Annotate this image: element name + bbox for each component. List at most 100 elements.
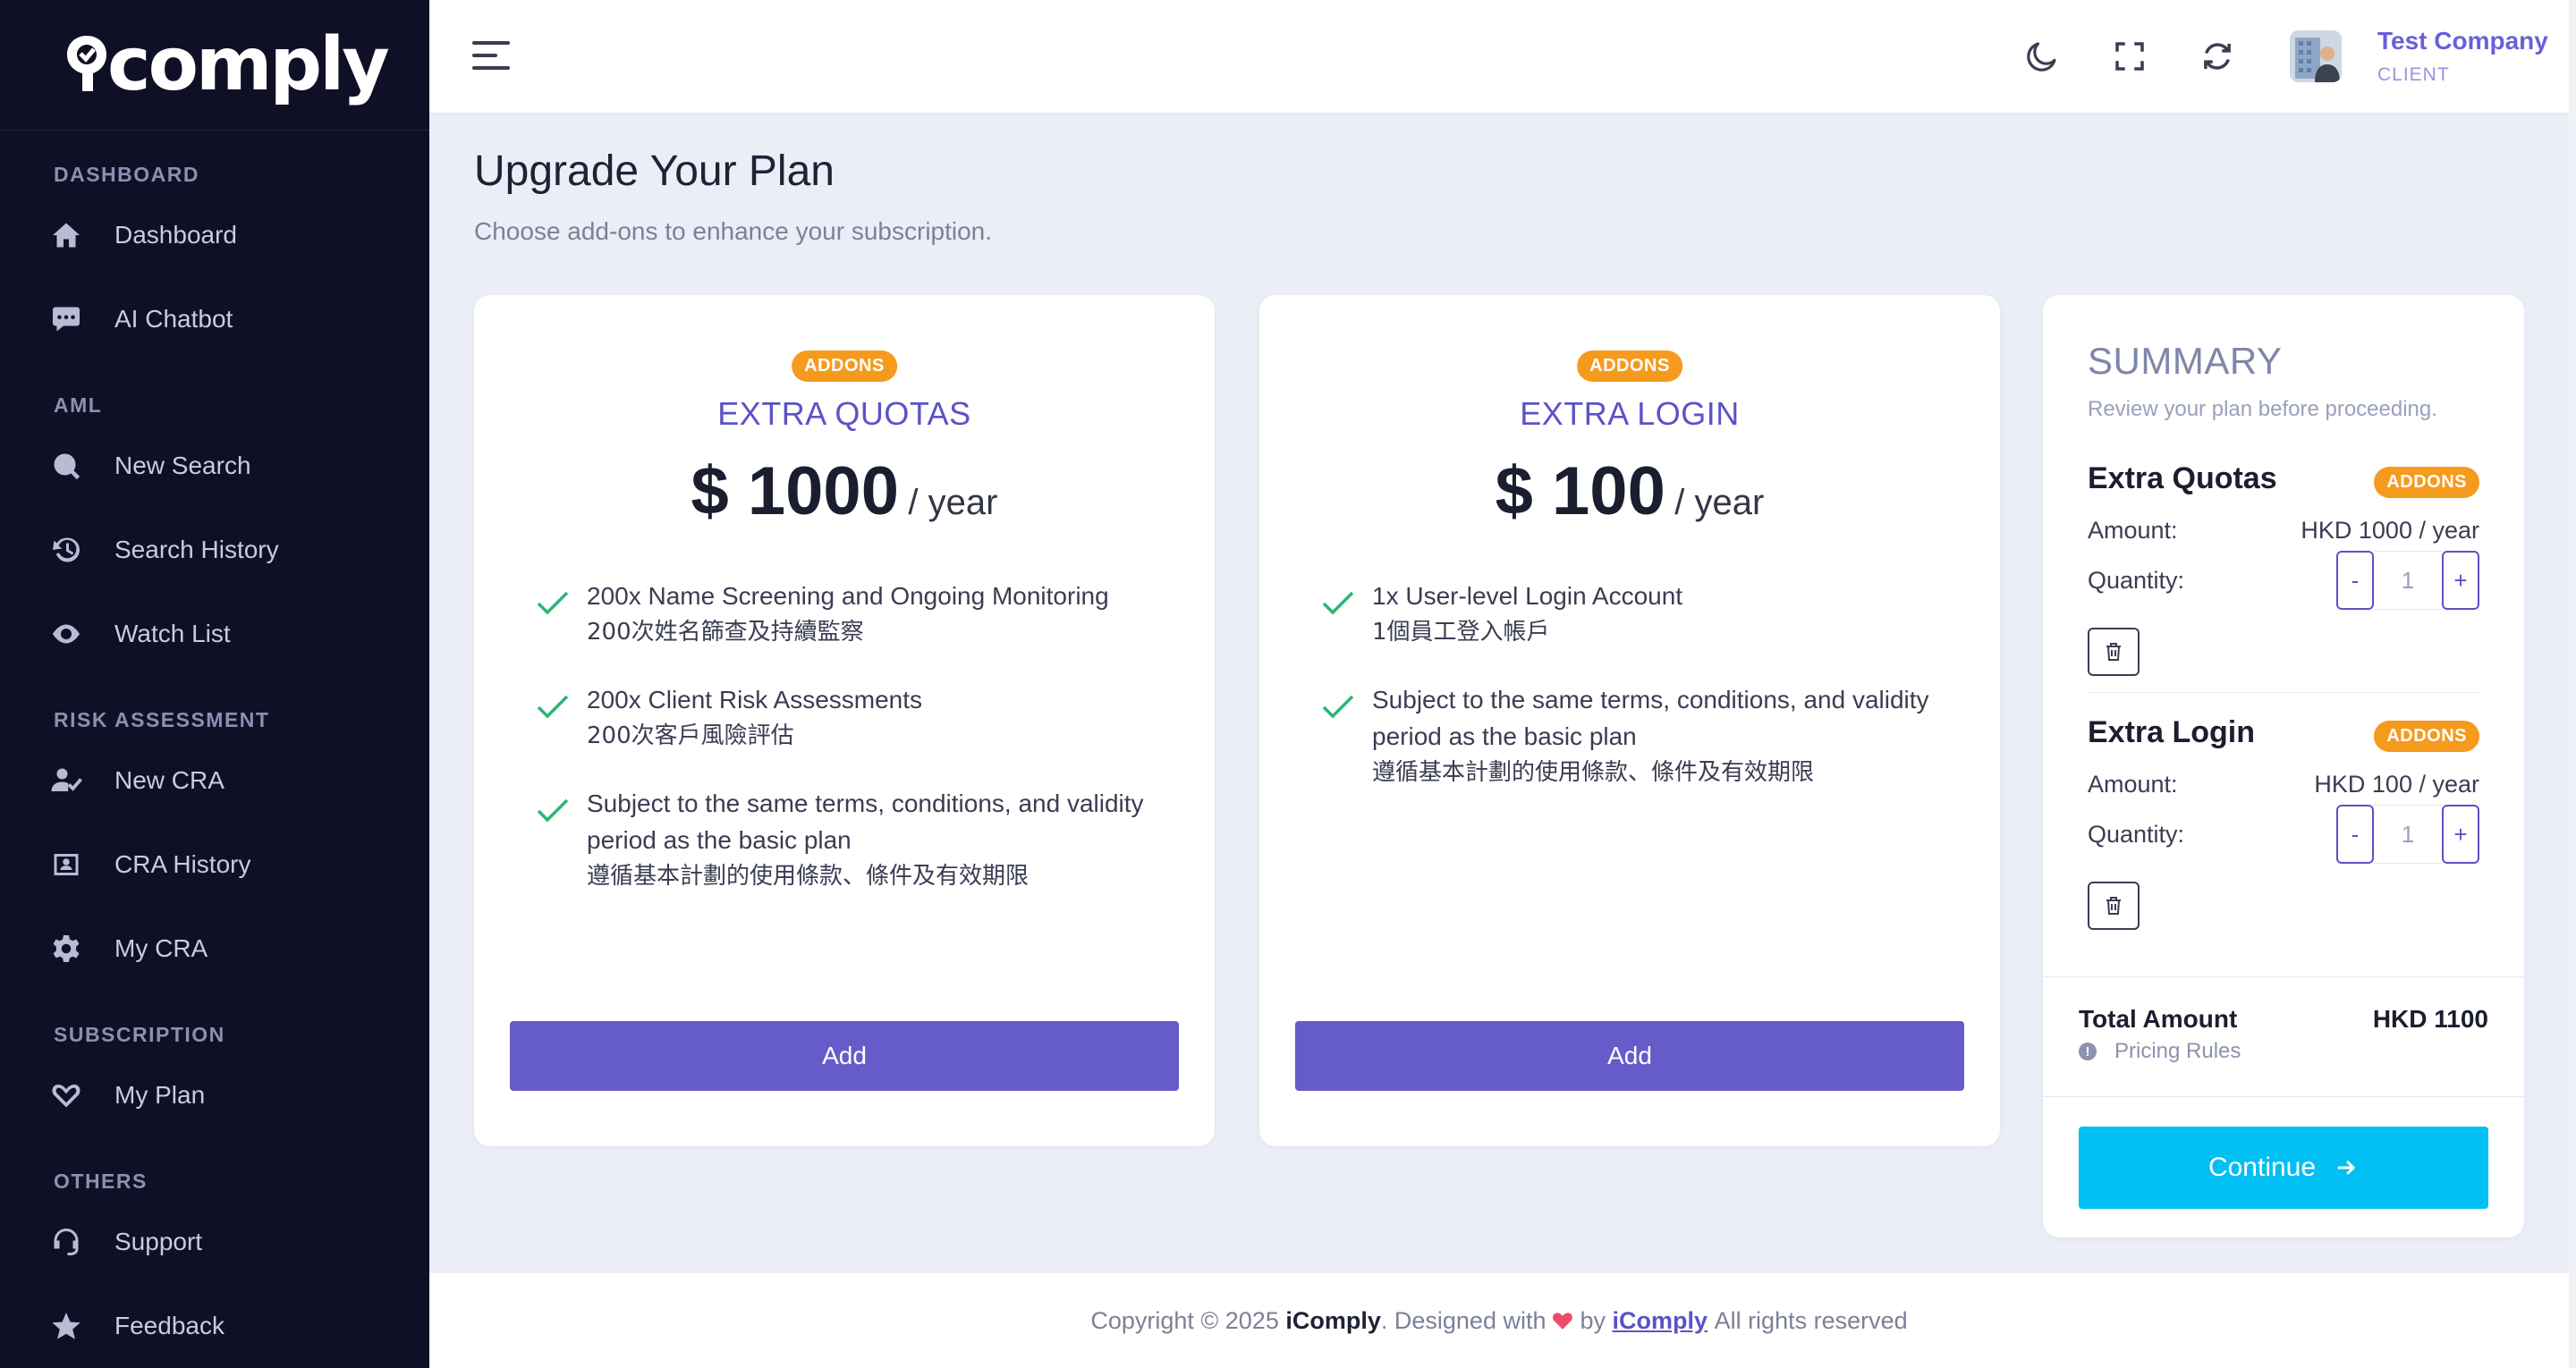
summary-panel: SUMMARY Review your plan before proceedi… (2043, 295, 2524, 1237)
sidebar-item-new-search[interactable]: New Search (0, 424, 429, 508)
feature-item: Subject to the same terms, conditions, a… (535, 785, 1161, 895)
addons-badge: ADDONS (1577, 350, 1682, 382)
check-icon (537, 695, 569, 719)
user-name[interactable]: Test Company (2377, 27, 2548, 55)
section-dashboard: DASHBOARD (54, 162, 199, 186)
feature-item: Subject to the same terms, conditions, a… (1320, 681, 1946, 791)
increment-button[interactable]: + (2442, 805, 2479, 864)
quantity-input[interactable]: 1 (2374, 805, 2442, 864)
addons-badge: ADDONS (792, 350, 897, 382)
continue-button[interactable]: Continue (2079, 1127, 2488, 1209)
footer-brand: iComply (1285, 1306, 1381, 1334)
sidebar-item-feedback[interactable]: Feedback (0, 1284, 429, 1368)
gear-icon (50, 933, 82, 965)
check-icon (1322, 695, 1354, 719)
sidebar-item-cra-history[interactable]: CRA History (0, 823, 429, 907)
refresh-icon[interactable] (2199, 38, 2236, 75)
decrement-button[interactable]: - (2336, 805, 2374, 864)
add-extra-login-button[interactable]: Add (1295, 1021, 1964, 1091)
quantity-stepper: - 1 + (2336, 551, 2479, 610)
feature-zh: 200次姓名篩查及持續監察 (587, 619, 864, 646)
total-amount-value: HKD 1100 (2372, 1005, 2488, 1033)
delete-button[interactable] (2088, 882, 2140, 930)
feature-item: 200x Name Screening and Ongoing Monitori… (535, 578, 1161, 651)
sidebar-item-label: Support (114, 1228, 203, 1255)
sidebar-item-search-history[interactable]: Search History (0, 508, 429, 592)
sidebar-item-label: CRA History (114, 850, 251, 878)
search-icon (50, 450, 82, 482)
plan-card-extra-quotas: ADDONS EXTRA QUOTAS $ 1000 / year 200x N… (474, 295, 1215, 1146)
heart-hand-icon (50, 1079, 82, 1111)
divider (2043, 1096, 2524, 1097)
delete-button[interactable] (2088, 628, 2140, 676)
menu-icon[interactable] (472, 41, 510, 70)
sidebar-item-new-cra[interactable]: New CRA (0, 739, 429, 823)
footer-rights: All rights reserved (1714, 1306, 1908, 1334)
continue-label: Continue (2207, 1153, 2317, 1182)
plan-title: EXTRA QUOTAS (717, 395, 971, 432)
feature-list: 200x Name Screening and Ongoing Monitori… (535, 578, 1161, 925)
summary-subtitle: Review your plan before proceeding. (2088, 397, 2437, 421)
trash-icon (2106, 897, 2121, 915)
feature-item: 200x Client Risk Assessments 200次客戶風險評估 (535, 681, 1161, 755)
sidebar-item-watch-list[interactable]: Watch List (0, 592, 429, 676)
chat-icon (50, 303, 82, 335)
plan-price: $ 100 / year (1259, 452, 2000, 530)
sidebar-item-support[interactable]: Support (0, 1200, 429, 1284)
price-amount: $ 1000 (691, 453, 899, 529)
total-amount-label: Total Amount (2079, 1005, 2238, 1033)
user-check-icon (50, 764, 82, 797)
sidebar-item-label: My CRA (114, 934, 208, 962)
user-role: CLIENT (2377, 64, 2450, 85)
sidebar-item-label: Dashboard (114, 221, 237, 249)
quantity-label: Quantity: (2088, 821, 2185, 848)
sidebar-item-label: Watch List (114, 620, 231, 647)
sidebar: comply DASHBOARD Dashboard AI Chatbot AM… (0, 0, 429, 1368)
sidebar-item-label: Feedback (114, 1312, 225, 1339)
section-risk-assessment: RISK ASSESSMENT (54, 707, 270, 731)
arrow-right-icon (2337, 1160, 2356, 1176)
id-card-icon (50, 849, 82, 881)
footer-by: by (1580, 1306, 1606, 1334)
price-amount: $ 100 (1495, 453, 1665, 529)
check-icon (1322, 591, 1354, 615)
section-others: OTHERS (54, 1169, 148, 1193)
feature-en: Subject to the same terms, conditions, a… (587, 790, 1144, 854)
pricing-rules-link[interactable]: ! Pricing Rules (2079, 1039, 2241, 1064)
feature-zh: 1個員工登入帳戶 (1372, 619, 1550, 646)
footer-designed: . Designed with (1380, 1306, 1546, 1334)
scrollbar[interactable] (2569, 0, 2576, 1368)
sidebar-item-ai-chatbot[interactable]: AI Chatbot (0, 277, 429, 361)
trash-icon (2106, 643, 2121, 661)
sidebar-item-my-cra[interactable]: My CRA (0, 907, 429, 991)
summary-item-name: Extra Quotas (2088, 461, 2277, 495)
quantity-label: Quantity: (2088, 567, 2185, 594)
logo-text: comply (107, 22, 390, 107)
sidebar-item-dashboard[interactable]: Dashboard (0, 193, 429, 277)
feature-en: 1x User-level Login Account (1372, 582, 1683, 610)
info-icon: ! (2079, 1043, 2097, 1060)
amount-value: HKD 100 / year (2314, 771, 2479, 798)
footer-link[interactable]: iComply (1613, 1307, 1708, 1335)
page-subtitle: Choose add-ons to enhance your subscript… (474, 217, 993, 245)
increment-button[interactable]: + (2442, 551, 2479, 610)
avatar[interactable] (2290, 30, 2342, 82)
moon-icon[interactable] (2023, 38, 2061, 75)
decrement-button[interactable]: - (2336, 551, 2374, 610)
add-extra-quotas-button[interactable]: Add (510, 1021, 1179, 1091)
feature-en: 200x Name Screening and Ongoing Monitori… (587, 582, 1109, 610)
feature-list: 1x User-level Login Account 1個員工登入帳戶 Sub… (1320, 578, 1946, 822)
amount-label: Amount: (2088, 771, 2178, 798)
amount-value: HKD 1000 / year (2301, 517, 2479, 544)
plan-title: EXTRA LOGIN (1520, 395, 1740, 432)
addons-badge: ADDONS (2374, 721, 2479, 752)
sidebar-item-my-plan[interactable]: My Plan (0, 1053, 429, 1137)
plan-card-extra-login: ADDONS EXTRA LOGIN $ 100 / year 1x User-… (1259, 295, 2000, 1146)
logo[interactable]: comply (0, 0, 429, 131)
fullscreen-icon[interactable] (2111, 38, 2148, 75)
divider (2088, 692, 2479, 693)
feature-en: 200x Client Risk Assessments (587, 686, 923, 714)
headset-icon (50, 1226, 82, 1258)
quantity-input[interactable]: 1 (2374, 551, 2442, 610)
page-title: Upgrade Your Plan (474, 148, 835, 195)
